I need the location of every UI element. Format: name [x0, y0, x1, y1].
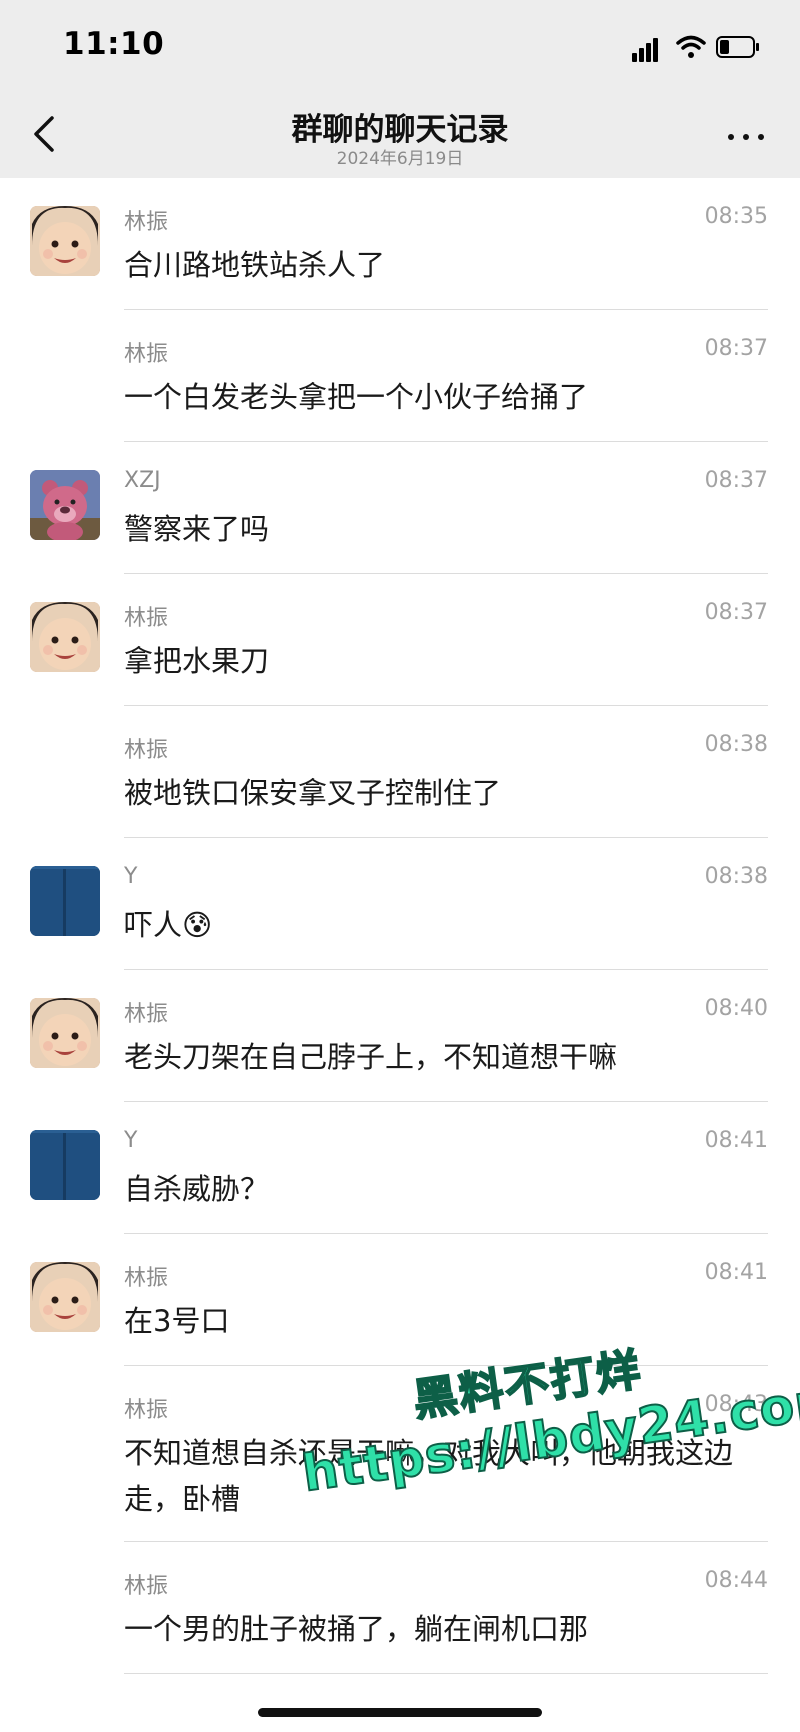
message-text: 在3号口	[124, 1304, 230, 1338]
divider	[124, 1673, 768, 1674]
nav-bar: 群聊的聊天记录 2024年6月19日	[0, 92, 800, 178]
message-text: 不知道想自杀还是干嘛，对我大叫，他朝我这边走，卧槽	[124, 1436, 734, 1516]
message-time: 08:38	[704, 732, 768, 757]
sender-name: 林振	[124, 342, 169, 367]
page-subtitle-date: 2024年6月19日	[336, 149, 464, 169]
message-text: 拿把水果刀	[124, 644, 270, 678]
message-item[interactable]: Y 08:41 自杀威胁？	[0, 1102, 800, 1234]
message-time: 08:40	[704, 996, 768, 1021]
sender-name: XZJ	[124, 468, 161, 493]
avatar-baby-face[interactable]	[30, 998, 100, 1068]
home-indicator[interactable]	[258, 1708, 542, 1717]
message-text: 自杀威胁？	[124, 1172, 270, 1206]
message-item[interactable]: 林振 08:43 不知道想自杀还是干嘛，对我大叫，他朝我这边走，卧槽	[0, 1366, 800, 1542]
battery-icon	[716, 36, 759, 58]
avatar-blue-book[interactable]	[30, 866, 100, 936]
message-text: 被地铁口保安拿叉子控制住了	[124, 776, 502, 810]
avatar-blue-book[interactable]	[30, 1130, 100, 1200]
message-time: 08:41	[704, 1260, 768, 1285]
message-time: 08:41	[704, 1128, 768, 1153]
sender-name: 林振	[124, 606, 169, 631]
message-item[interactable]: XZJ 08:37 警察来了吗	[0, 442, 800, 574]
message-item[interactable]: 林振 08:44 一个男的肚子被捅了，躺在闸机口那	[0, 1542, 800, 1674]
message-text: 警察来了吗	[124, 512, 270, 546]
message-time: 08:37	[704, 336, 768, 361]
avatar-baby-face[interactable]	[30, 602, 100, 672]
sender-name: 林振	[124, 210, 169, 235]
message-time: 08:43	[704, 1392, 768, 1417]
message-item[interactable]: 林振 08:37 拿把水果刀	[0, 574, 800, 706]
message-item[interactable]: 林振 08:35 合川路地铁站杀人了	[0, 178, 800, 310]
message-item[interactable]: 林振 08:38 被地铁口保安拿叉子控制住了	[0, 706, 800, 838]
sender-name: 林振	[124, 1266, 169, 1291]
more-icon[interactable]	[722, 116, 770, 156]
sender-name: 林振	[124, 738, 169, 763]
message-text: 老头刀架在自己脖子上，不知道想干嘛	[124, 1040, 618, 1074]
avatar-baby-face[interactable]	[30, 206, 100, 276]
sender-name: 林振	[124, 1574, 169, 1599]
message-list: 林振 08:35 合川路地铁站杀人了 林振 08:37 一个白发老头拿把一个小伙…	[0, 178, 800, 1674]
sender-name: 林振	[124, 1002, 169, 1027]
wifi-icon	[676, 35, 706, 58]
status-time: 11:10	[63, 26, 165, 62]
message-time: 08:35	[704, 204, 768, 229]
message-item[interactable]: 林振 08:41 在3号口	[0, 1234, 800, 1366]
message-text: 一个白发老头拿把一个小伙子给捅了	[124, 380, 589, 414]
message-item[interactable]: 林振 08:40 老头刀架在自己脖子上，不知道想干嘛	[0, 970, 800, 1102]
message-time: 08:38	[704, 864, 768, 889]
sender-name: 林振	[124, 1398, 169, 1423]
message-time: 08:37	[704, 468, 768, 493]
avatar-pink-bear[interactable]	[30, 470, 100, 540]
signal-icon	[632, 36, 666, 62]
avatar-baby-face[interactable]	[30, 1262, 100, 1332]
message-item[interactable]: 林振 08:37 一个白发老头拿把一个小伙子给捅了	[0, 310, 800, 442]
message-text: 一个男的肚子被捅了，躺在闸机口那	[124, 1612, 589, 1646]
status-bar: 11:10	[0, 0, 800, 92]
sender-name: Y	[124, 864, 138, 889]
page-title: 群聊的聊天记录	[291, 112, 509, 148]
message-item[interactable]: Y 08:38 吓人😰	[0, 838, 800, 970]
message-text: 合川路地铁站杀人了	[124, 248, 386, 282]
sender-name: Y	[124, 1128, 138, 1153]
message-time: 08:37	[704, 600, 768, 625]
message-time: 08:44	[704, 1568, 768, 1593]
message-text: 吓人😰	[124, 908, 213, 942]
